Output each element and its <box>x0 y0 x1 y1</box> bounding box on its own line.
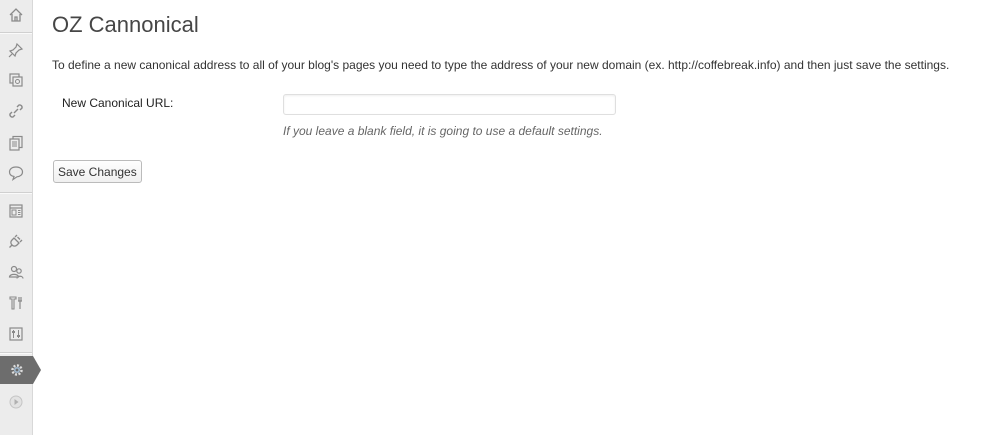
sidebar-item-links[interactable] <box>0 97 32 125</box>
links-icon <box>9 104 23 118</box>
sidebar-item-settings[interactable] <box>0 356 41 384</box>
plugins-icon <box>9 234 23 248</box>
sidebar-item-dashboard[interactable] <box>0 1 32 29</box>
canonical-url-label: New Canonical URL: <box>62 96 174 110</box>
page-intro: To define a new canonical address to all… <box>52 58 950 72</box>
media-icon <box>9 73 23 87</box>
sidebar-item-settings-sliders[interactable] <box>0 320 32 348</box>
tools-icon <box>9 296 22 310</box>
dashboard-icon <box>9 8 23 22</box>
admin-sidebar <box>0 0 41 435</box>
sidebar-item-tools[interactable] <box>0 289 32 317</box>
sidebar-item-comments[interactable] <box>0 159 32 187</box>
gear-icon <box>10 364 23 376</box>
sidebar-item-appearance[interactable] <box>0 197 32 225</box>
appearance-icon <box>9 204 23 218</box>
save-changes-button[interactable]: Save Changes <box>53 160 142 183</box>
collapse-menu-icon <box>9 395 23 409</box>
users-icon <box>8 265 24 279</box>
pages-icon <box>9 135 23 151</box>
sidebar-collapse-button[interactable] <box>0 388 32 416</box>
sidebar-item-pages[interactable] <box>0 129 32 157</box>
sidebar-item-users[interactable] <box>0 258 32 286</box>
page-title: OZ Cannonical <box>52 12 199 37</box>
sidebar-item-media[interactable] <box>0 66 32 94</box>
canonical-url-description: If you leave a blank field, it is going … <box>283 124 603 138</box>
comments-icon <box>8 166 24 181</box>
sidebar-item-plugins[interactable] <box>0 227 32 255</box>
settings-sliders-icon <box>9 327 23 341</box>
posts-pin-icon <box>8 42 24 58</box>
canonical-url-input[interactable] <box>283 94 616 115</box>
sidebar-item-posts[interactable] <box>0 36 32 64</box>
